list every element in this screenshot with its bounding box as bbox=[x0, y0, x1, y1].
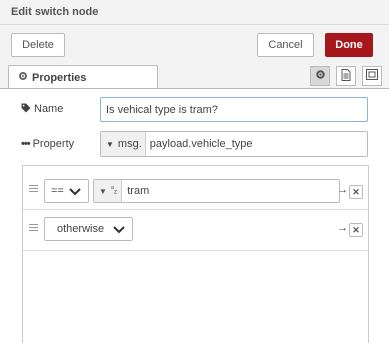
tab-properties-label: Properties bbox=[32, 71, 87, 84]
done-button[interactable]: Done bbox=[325, 33, 373, 57]
remove-rule-button[interactable]: ✕ bbox=[349, 223, 363, 237]
caret-down-icon: ▼ bbox=[106, 139, 114, 149]
drag-handle-icon[interactable] bbox=[29, 224, 38, 232]
tag-icon bbox=[21, 103, 31, 116]
chevron-down-icon bbox=[112, 222, 126, 236]
rules-container: == ▼ ᵃz tram → 1 ✕ otherwise → 2 ✕ bbox=[22, 165, 369, 343]
drag-handle-icon[interactable] bbox=[29, 185, 38, 193]
tab-properties[interactable]: Properties bbox=[8, 65, 158, 89]
property-type-label: msg. bbox=[117, 138, 142, 150]
property-label-text: Property bbox=[32, 138, 75, 150]
rule-operator-select[interactable]: otherwise bbox=[44, 217, 133, 241]
rule-operator-value: otherwise bbox=[57, 223, 105, 235]
rule-row: == ▼ ᵃz tram → 1 ✕ bbox=[23, 169, 368, 210]
tab-bar: Properties bbox=[0, 65, 389, 89]
gear-icon bbox=[315, 69, 326, 83]
property-label: ••• Property bbox=[21, 137, 74, 151]
rule-value-field[interactable]: ▼ ᵃz tram bbox=[93, 179, 340, 203]
close-icon: ✕ bbox=[352, 186, 360, 197]
settings-tab-button[interactable] bbox=[310, 66, 330, 86]
close-icon: ✕ bbox=[352, 224, 360, 235]
dialog-toolbar: Delete Cancel Done bbox=[0, 25, 389, 61]
property-field[interactable]: ▼ msg. payload.vehicle_type bbox=[100, 131, 368, 157]
rule-row: otherwise → 2 ✕ bbox=[23, 210, 368, 251]
ellipsis-icon: ••• bbox=[21, 138, 31, 150]
rule-operator-select[interactable]: == bbox=[44, 179, 89, 203]
string-type-icon: ᵃz bbox=[110, 184, 118, 196]
property-type-select[interactable]: ▼ msg. bbox=[101, 132, 146, 156]
file-text-icon bbox=[341, 68, 351, 84]
appearance-tab-button[interactable] bbox=[362, 66, 382, 86]
rule-value-type-select[interactable]: ▼ ᵃz bbox=[94, 180, 123, 202]
cancel-button[interactable]: Cancel bbox=[257, 33, 314, 57]
description-tab-button[interactable] bbox=[336, 66, 356, 86]
property-value[interactable]: payload.vehicle_type bbox=[146, 138, 253, 150]
gear-icon bbox=[18, 71, 28, 84]
dialog-header: Edit switch node bbox=[0, 0, 389, 25]
name-input[interactable] bbox=[100, 97, 368, 122]
dialog-title: Edit switch node bbox=[11, 6, 99, 18]
delete-button[interactable]: Delete bbox=[11, 33, 65, 57]
node-appearance-icon bbox=[366, 69, 378, 83]
rule-operator-value: == bbox=[51, 185, 64, 197]
chevron-down-icon bbox=[68, 184, 82, 198]
name-label-text: Name bbox=[34, 103, 64, 115]
caret-down-icon: ▼ bbox=[99, 186, 107, 196]
rule-value-text[interactable]: tram bbox=[122, 185, 149, 197]
name-label: Name bbox=[21, 102, 63, 116]
remove-rule-button[interactable]: ✕ bbox=[349, 185, 363, 199]
